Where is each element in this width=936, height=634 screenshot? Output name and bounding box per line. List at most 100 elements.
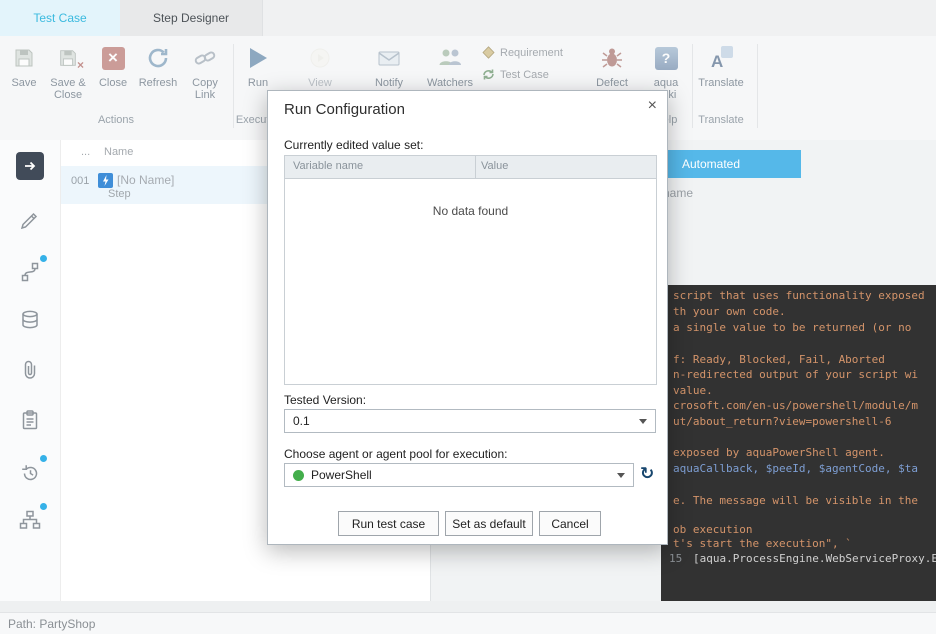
toolbar-group-actions-label: Actions (1, 114, 231, 126)
tab-step-designer[interactable]: Step Designer (120, 0, 263, 36)
close-label: Close (90, 77, 136, 89)
close-red-icon: × (90, 42, 136, 74)
code-fragment: value. (673, 384, 713, 398)
empty-table-message: No data found (285, 204, 656, 218)
tested-version-label: Tested Version: (284, 393, 366, 407)
sitemap-icon (18, 508, 42, 532)
paperclip-icon (18, 358, 42, 382)
new-requirement-button[interactable]: Requirement (482, 46, 563, 59)
run-test-case-button[interactable]: Run test case (338, 511, 439, 536)
dialog-title: Run Configuration (284, 101, 405, 118)
status-path: Path: PartyShop (8, 617, 95, 631)
notify-label: Notify (366, 77, 412, 89)
code-fragment: 15 (669, 552, 682, 566)
run-label: Run (235, 77, 281, 89)
agent-online-status-icon (293, 470, 304, 481)
watchers-label: Watchers (424, 77, 476, 89)
sidebar-item-dependencies[interactable] (16, 506, 44, 534)
code-fragment: crosoft.com/en-us/powershell/module/m (673, 399, 918, 413)
run-configuration-dialog: × Run Configuration Currently edited val… (267, 90, 668, 545)
history-clock-icon (18, 460, 42, 484)
translate-label: Translate (694, 77, 748, 89)
code-fragment: th your own code. (673, 305, 786, 319)
code-fragment: a single value to be returned (or no (673, 321, 911, 335)
tab-test-case[interactable]: Test Case (0, 0, 120, 36)
defect-bug-icon (589, 42, 635, 74)
code-fragment: f: Ready, Blocked, Fail, Aborted (673, 353, 885, 367)
script-code-editor[interactable]: script that uses functionality exposed th… (661, 285, 936, 601)
requirement-label: Requirement (500, 47, 563, 59)
clipboard-icon (18, 408, 42, 432)
view-icon (297, 42, 343, 74)
notify-envelope-icon (366, 42, 412, 74)
column-divider (475, 156, 476, 178)
tested-version-select[interactable]: 0.1 (284, 409, 656, 433)
notification-dot (40, 455, 47, 462)
bottom-strip (0, 601, 936, 612)
code-fragment: [aqua.ProcessEngine.WebServiceProxy.Exec… (693, 552, 936, 566)
translate-icon: A (694, 42, 748, 74)
toolbar-separator (757, 44, 758, 128)
sidebar-item-data[interactable] (16, 306, 44, 334)
app-window: Test Case Step Designer Save × Save & Cl… (0, 0, 936, 634)
step-title: [No Name] (117, 173, 174, 187)
code-fragment: t's start the execution", ` (673, 537, 852, 551)
sidebar-item-history[interactable] (16, 458, 44, 486)
database-icon (18, 308, 42, 332)
mini-close-x-icon: × (77, 58, 84, 72)
run-icon (235, 42, 281, 74)
step-number: 001 (71, 175, 89, 187)
refresh-label: Refresh (135, 77, 181, 89)
code-layer: script that uses functionality exposed th… (661, 285, 936, 601)
test-case-label: Test Case (500, 69, 549, 81)
set-as-default-button[interactable]: Set as default (445, 511, 533, 536)
view-label: View (297, 77, 343, 89)
refresh-icon (135, 42, 181, 74)
code-fragment: exposed by aquaPowerShell agent. (673, 446, 885, 460)
watchers-people-icon (424, 42, 476, 74)
value-set-table: Variable name Value No data found (284, 155, 657, 385)
save-close-label-1: Save & (45, 77, 91, 89)
save-label: Save (1, 77, 47, 89)
sidebar-item-attachments[interactable] (16, 356, 44, 384)
tested-version-value: 0.1 (293, 414, 310, 428)
code-fragment: aquaCallback, $peeId, $agentCode, $ta (673, 462, 918, 476)
expand-sidebar-button[interactable] (16, 152, 44, 180)
save-close-icon: × (45, 42, 91, 74)
copy-link-label-2: Link (182, 89, 228, 101)
agent-select[interactable]: PowerShell (284, 463, 634, 487)
column-value: Value (481, 160, 508, 172)
value-set-table-header: Variable name Value (285, 156, 656, 179)
save-close-label-2: Close (45, 89, 91, 101)
code-fragment: n-redirected output of your script wi (673, 368, 918, 382)
tab-automated-label: Automated (682, 157, 740, 171)
code-fragment: script that uses functionality exposed (673, 289, 925, 303)
tab-test-case-label: Test Case (33, 11, 86, 25)
sidebar-item-steps[interactable] (16, 258, 44, 286)
aqua-wiki-question-icon: ? (643, 42, 689, 74)
steps-flow-icon (18, 260, 42, 284)
agent-value: PowerShell (311, 468, 372, 482)
code-fragment: e. The message will be visible in the (673, 494, 918, 508)
copy-link-label-1: Copy (182, 77, 228, 89)
cancel-button[interactable]: Cancel (539, 511, 601, 536)
automation-script-icon (98, 173, 113, 188)
requirement-icon (482, 46, 495, 59)
toolbar-group-translate-label: Translate (694, 114, 748, 126)
column-more: ... (81, 146, 90, 158)
new-test-case-button[interactable]: Test Case (482, 68, 549, 81)
refresh-agents-icon[interactable]: ↻ (640, 464, 654, 484)
code-fragment: ob execution (673, 523, 752, 537)
copy-link-icon (182, 42, 228, 74)
sidebar-item-execution-log[interactable] (16, 406, 44, 434)
column-name: Name (104, 146, 133, 158)
sidebar-item-edit[interactable] (16, 206, 44, 234)
dialog-close-icon[interactable]: × (648, 98, 657, 114)
code-fragment: ut/about_return?view=powershell-6 (673, 415, 892, 429)
defect-label: Defect (589, 77, 635, 89)
column-variable-name: Variable name (293, 160, 363, 172)
tab-step-designer-label: Step Designer (153, 11, 229, 25)
step-subtitle: Step (108, 188, 131, 200)
notification-dot (40, 255, 47, 262)
value-set-label: Currently edited value set: (284, 138, 423, 152)
